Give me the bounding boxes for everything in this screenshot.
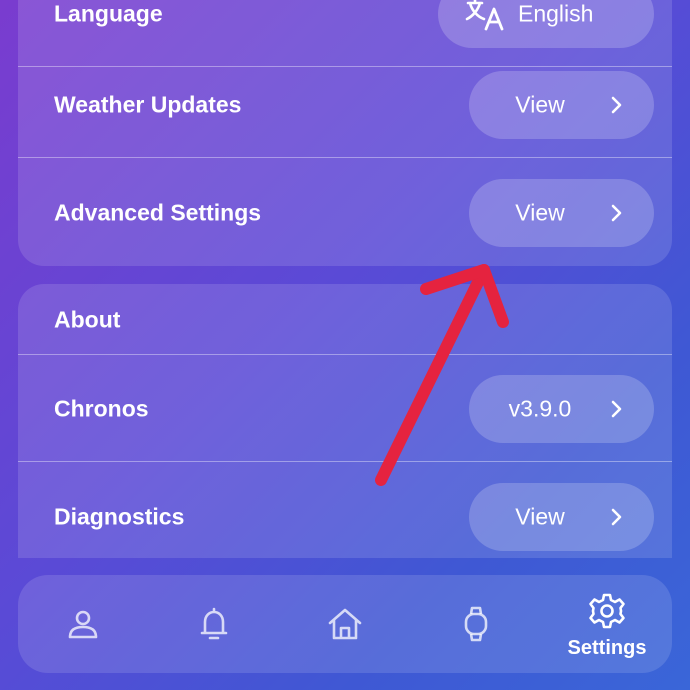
gear-icon xyxy=(589,593,625,629)
diagnostics-view-button[interactable]: View xyxy=(469,482,654,551)
nav-profile[interactable] xyxy=(38,575,128,673)
chevron-right-icon xyxy=(611,96,622,113)
weather-updates-view-label: View xyxy=(515,91,565,117)
divider xyxy=(18,156,672,158)
chevron-right-icon xyxy=(611,508,622,525)
language-label: Language xyxy=(54,0,163,26)
advanced-settings-label: Advanced Settings xyxy=(54,199,262,225)
divider xyxy=(18,460,672,462)
settings-card: Language English Weather Updates View Ad… xyxy=(18,0,672,266)
nav-watch[interactable] xyxy=(431,575,521,673)
diagnostics-label: Diagnostics xyxy=(54,503,185,529)
chronos-label: Chronos xyxy=(54,395,149,421)
chronos-row[interactable]: Chronos v3.9.0 xyxy=(18,355,672,462)
weather-updates-view-button[interactable]: View xyxy=(469,70,654,139)
chevron-right-icon xyxy=(611,400,622,417)
weather-updates-label: Weather Updates xyxy=(54,91,242,117)
watch-icon xyxy=(464,606,488,642)
nav-home[interactable] xyxy=(300,575,390,673)
diagnostics-view-label: View xyxy=(515,503,565,529)
language-value: English xyxy=(518,0,594,26)
chronos-version-button[interactable]: v3.9.0 xyxy=(469,374,654,443)
profile-icon xyxy=(68,610,98,639)
chronos-version-label: v3.9.0 xyxy=(508,395,572,421)
about-header: About xyxy=(54,306,121,332)
translate-icon xyxy=(465,0,504,30)
nav-settings[interactable]: Settings xyxy=(562,575,652,673)
nav-settings-label: Settings xyxy=(567,637,647,659)
advanced-settings-view-button[interactable]: View xyxy=(469,178,654,247)
about-card: About Chronos v3.9.0 Diagnostics View xyxy=(18,284,672,558)
about-header-row: About xyxy=(18,284,672,355)
advanced-settings-row[interactable]: Advanced Settings View xyxy=(18,159,672,266)
home-icon xyxy=(328,608,362,640)
nav-notifications[interactable] xyxy=(169,575,259,673)
bottom-nav: Settings xyxy=(18,575,672,673)
bell-icon xyxy=(200,607,228,640)
language-button[interactable]: English xyxy=(438,0,654,48)
weather-updates-row[interactable]: Weather Updates View xyxy=(18,51,672,158)
diagnostics-row[interactable]: Diagnostics View xyxy=(18,463,672,558)
chevron-right-icon xyxy=(611,204,622,221)
advanced-settings-view-label: View xyxy=(515,199,565,225)
